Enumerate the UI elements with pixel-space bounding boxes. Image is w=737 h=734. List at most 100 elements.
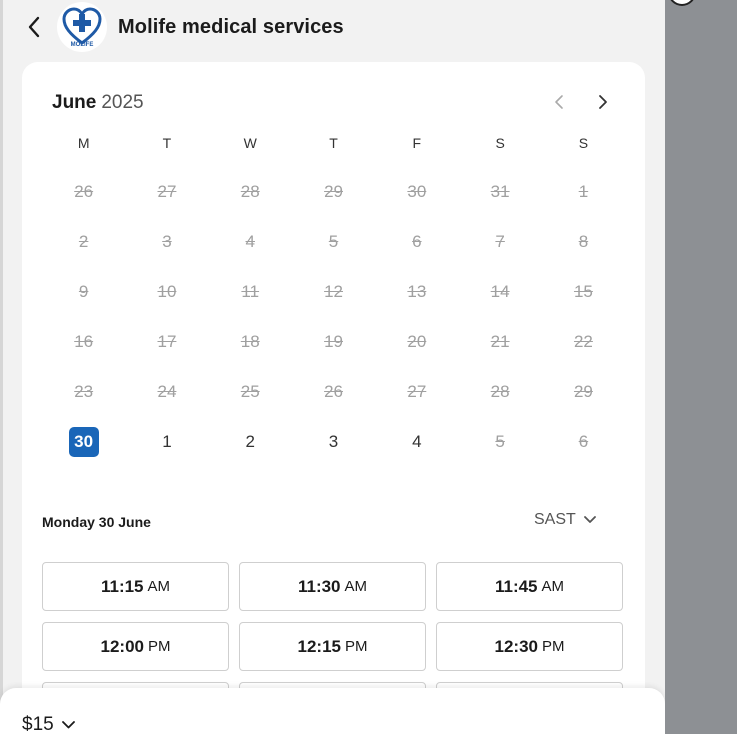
calendar-day[interactable]: 30 [42,417,125,467]
chevron-down-icon [583,516,596,523]
calendar-day-number: 21 [490,332,510,351]
time-slot-time: 11:30 [297,576,341,596]
calendar-day-number: 19 [324,332,343,351]
calendar-day: 25 [209,367,292,417]
time-slot-button[interactable]: 12:00 PM [42,622,229,671]
calendar-day[interactable]: 1 [125,417,208,467]
weekday-label: F [412,135,422,151]
calendar-day-number: 2 [78,232,89,251]
calendar-day-number: 14 [490,282,510,301]
calendar-day[interactable]: 2 [209,417,292,467]
time-slot-button[interactable]: 11:15 AM [42,562,229,611]
panel-edge [0,0,3,734]
calendar-day: 15 [542,267,625,317]
calendar-day: 27 [125,167,208,217]
calendar-day: 28 [458,367,541,417]
calendar-day[interactable]: 4 [375,417,458,467]
calendar-day-number: 1 [162,432,172,451]
weekday-label: S [495,135,505,151]
calendar-day-number: 25 [240,382,260,401]
chevron-left-icon [28,16,40,38]
calendar-card: June 2025 MTWTFSS 26 27 28 29 30 31 1 2 3 4 5 6 7 8 9 10… [22,62,645,734]
calendar-day: 6 [542,417,625,467]
calendar-day-number: 5 [495,432,505,451]
calendar-day-number: 26 [74,182,94,201]
calendar-day-number: 10 [157,282,177,301]
chevron-right-icon [599,95,607,109]
month-label: June [52,92,97,113]
time-slot-button[interactable]: 11:30 AM [239,562,426,611]
calendar-day: 16 [42,317,125,367]
calendar-day: 22 [542,317,625,367]
page-title: Molife medical services [118,16,344,38]
calendar-day: 26 [292,367,375,417]
calendar-day: 20 [375,317,458,367]
calendar-day-number: 30 [68,427,99,457]
calendar-day-number: 7 [495,232,505,251]
calendar-day-number: 6 [578,432,589,451]
calendar-day-number: 4 [245,232,255,251]
calendar-day: 30 [375,167,458,217]
calendar-day-number: 28 [490,382,510,401]
weekday-label: T [329,135,338,151]
time-slot-time: 12:15 [297,636,341,656]
price-label: $15 [22,714,54,734]
calendar-day: 31 [458,167,541,217]
calendar-day: 29 [542,367,625,417]
calendar-grid: 26 27 28 29 30 31 1 2 3 4 5 6 7 8 9 10 11 12 13 14 15 16 17 18 1… [42,167,625,467]
calendar-day: 19 [292,317,375,367]
time-slot-ampm: PM [541,638,565,655]
next-month-button[interactable] [592,90,614,114]
timezone-dropdown[interactable]: SAST [534,511,596,529]
calendar-day-number: 15 [573,282,593,301]
calendar-day: 5 [458,417,541,467]
calendar-day-number: 5 [328,232,339,251]
calendar-day[interactable]: 3 [292,417,375,467]
time-slot-ampm: AM [541,578,565,595]
calendar-day: 17 [125,317,208,367]
calendar-day: 26 [42,167,125,217]
header: MOLIFE Molife medical services [0,0,665,58]
background-overlay [665,0,737,734]
calendar-day-number: 2 [245,432,255,451]
calendar-day: 2 [42,217,125,267]
time-slot-ampm: PM [147,638,171,655]
heart-cross-logo-icon: MOLIFE [62,7,102,48]
time-slot-time: 12:00 [100,636,144,656]
time-slot-button[interactable]: 11:45 AM [436,562,623,611]
calendar-day-number: 20 [407,332,427,351]
price-dropdown[interactable]: $15 [22,714,75,734]
timezone-label: SAST [534,511,576,528]
year-label: 2025 [101,92,144,113]
weekday-header: MTWTFSS [42,135,625,151]
time-slot-button[interactable]: 12:15 PM [239,622,426,671]
calendar-day-number: 3 [162,232,172,251]
previous-month-button[interactable] [548,90,570,114]
calendar-day-number: 9 [78,282,89,301]
calendar-day-number: 26 [324,382,343,401]
selected-date-label: Monday 30 June [42,514,151,530]
weekday-label: W [243,135,257,151]
calendar-day-number: 30 [407,182,427,201]
company-logo: MOLIFE [57,2,107,52]
calendar-day-number: 29 [573,382,593,401]
calendar-day: 24 [125,367,208,417]
calendar-day-number: 27 [157,182,177,201]
chevron-left-icon [555,95,563,109]
calendar-day-number: 27 [407,382,427,401]
calendar-day-number: 8 [578,232,589,251]
time-slot-time: 11:15 [100,576,144,596]
time-slot-time: 11:45 [494,576,538,596]
weekday-label: T [162,135,172,151]
calendar-day-number: 11 [241,282,260,301]
time-slot-time: 12:30 [494,636,538,656]
back-button[interactable] [20,12,48,42]
calendar-day: 12 [292,267,375,317]
calendar-day: 29 [292,167,375,217]
calendar-day: 3 [125,217,208,267]
weekday-label: S [578,135,589,151]
calendar-day-number: 31 [490,182,510,201]
calendar-day: 21 [458,317,541,367]
weekday-label: M [77,135,90,151]
time-slot-button[interactable]: 12:30 PM [436,622,623,671]
